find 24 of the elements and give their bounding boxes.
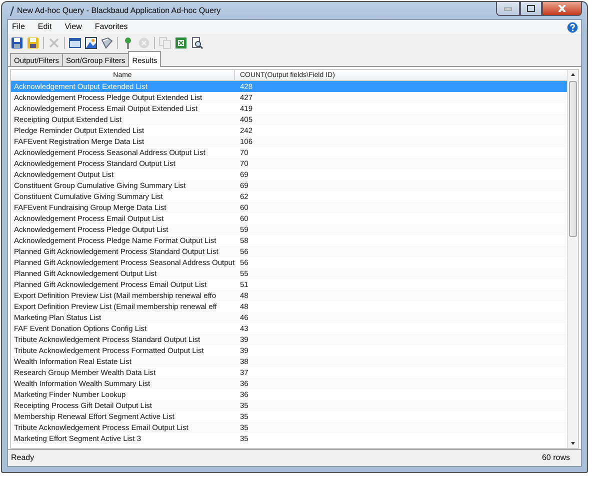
save-as-icon[interactable] [27, 36, 39, 48]
minimize-icon [504, 6, 512, 10]
app-icon [9, 6, 14, 16]
window-icon[interactable] [69, 36, 81, 48]
menu-item[interactable]: Edit [38, 21, 52, 33]
print-preview-icon[interactable] [191, 36, 203, 48]
row-count: 60 rows [542, 452, 570, 464]
picture-frame-icon[interactable] [85, 36, 97, 48]
maximize-icon [527, 5, 535, 12]
help-icon[interactable] [567, 22, 578, 32]
save-icon[interactable] [11, 36, 23, 48]
minimize-button[interactable] [496, 2, 520, 16]
menu-item[interactable]: View [64, 21, 82, 33]
spreadsheet-icon[interactable] [175, 36, 187, 48]
menu-item[interactable]: Favorites [94, 21, 128, 33]
scroll-thumb[interactable] [569, 81, 577, 237]
pin-icon[interactable] [122, 36, 134, 48]
close-button[interactable] [542, 2, 582, 16]
status-text: Ready [11, 452, 34, 464]
vertical-scrollbar[interactable] [567, 70, 578, 448]
menu-item[interactable]: File [12, 21, 25, 33]
maximize-button[interactable] [520, 2, 542, 16]
close-icon [558, 5, 566, 12]
window-title: New Ad-hoc Query - Blackbaud Application Ad-hoc Query [16, 4, 221, 16]
